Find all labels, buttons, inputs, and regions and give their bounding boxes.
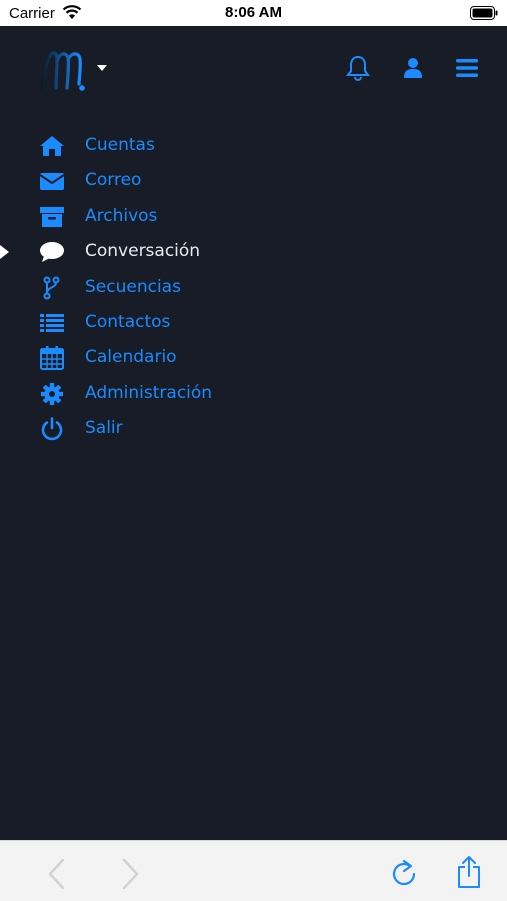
gear-icon bbox=[41, 382, 63, 405]
menu-item-label: Conversación bbox=[85, 241, 201, 262]
menu-item-administracion[interactable]: Administración bbox=[0, 376, 507, 411]
menu-item-label: Contactos bbox=[85, 311, 171, 332]
browser-toolbar bbox=[0, 840, 507, 901]
home-icon bbox=[40, 136, 64, 156]
archive-icon bbox=[40, 206, 64, 227]
menu-item-label: Salir bbox=[85, 418, 123, 439]
app-header bbox=[0, 26, 507, 110]
menu-item-cuentas[interactable]: Cuentas bbox=[0, 128, 507, 163]
forward-icon[interactable] bbox=[120, 858, 140, 890]
reload-icon[interactable] bbox=[390, 857, 418, 889]
battery-icon bbox=[470, 6, 498, 20]
menu-item-label: Secuencias bbox=[85, 276, 181, 297]
status-bar: Carrier 8:06 AM bbox=[0, 0, 507, 26]
menu-item-label: Cuentas bbox=[85, 135, 155, 155]
menu-item-label: Correo bbox=[85, 170, 142, 191]
bell-icon[interactable] bbox=[346, 55, 370, 81]
envelope-icon bbox=[39, 173, 65, 191]
menu-item-secuencias[interactable]: Secuencias bbox=[0, 270, 507, 305]
menu-item-salir[interactable]: Salir bbox=[0, 411, 507, 446]
menu-item-label: Calendario bbox=[85, 347, 177, 368]
menu-item-correo[interactable]: Correo bbox=[0, 163, 507, 198]
m-logo[interactable] bbox=[38, 48, 94, 92]
power-icon bbox=[41, 417, 63, 441]
menu-item-conversacion[interactable]: Conversación bbox=[0, 234, 507, 269]
menu-item-label: Administración bbox=[85, 382, 213, 403]
chat-bubble-icon bbox=[40, 242, 64, 263]
menu-item-archivos[interactable]: Archivos bbox=[0, 199, 507, 234]
share-icon[interactable] bbox=[456, 855, 482, 889]
branch-icon bbox=[43, 276, 60, 300]
menu-item-contactos[interactable]: Contactos bbox=[0, 305, 507, 340]
menu-item-label: Archivos bbox=[85, 205, 158, 226]
status-time: 8:06 AM bbox=[225, 4, 282, 21]
calendar-icon bbox=[40, 346, 64, 371]
hamburger-menu-icon[interactable] bbox=[456, 58, 478, 78]
list-icon bbox=[40, 313, 64, 332]
back-icon[interactable] bbox=[47, 858, 67, 890]
navigation-menu: Cuentas Correo Archivos Conversación Sec… bbox=[0, 128, 507, 447]
user-icon[interactable] bbox=[403, 57, 423, 79]
menu-item-calendario[interactable]: Calendario bbox=[0, 340, 507, 375]
caret-down-icon[interactable] bbox=[96, 64, 108, 72]
active-indicator-icon bbox=[0, 245, 9, 260]
